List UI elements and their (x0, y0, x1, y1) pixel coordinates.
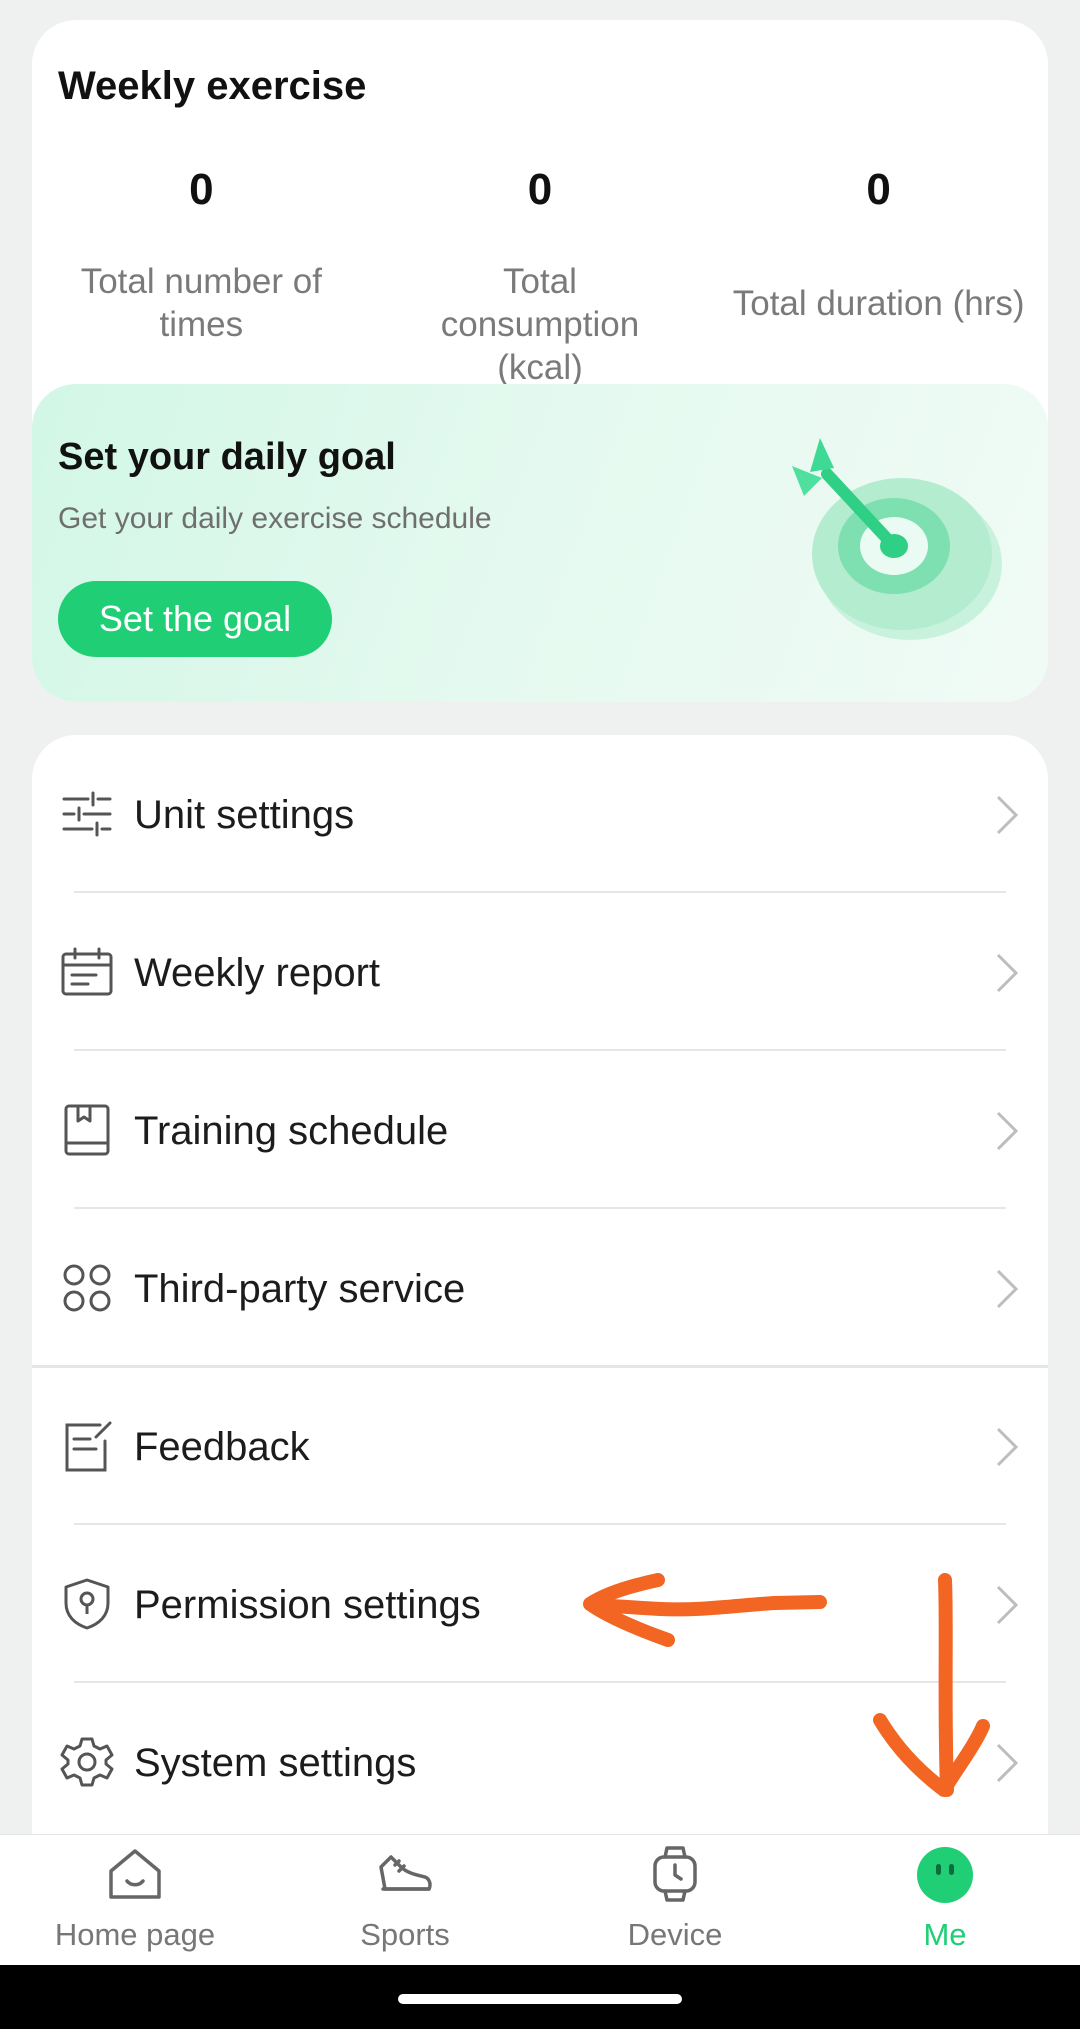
profile-face-icon (917, 1847, 973, 1903)
nav-sports[interactable]: Sports (270, 1835, 540, 1966)
bottom-nav: Home page Sports Device Me (0, 1834, 1080, 1965)
menu-item-system-settings[interactable]: System settings (32, 1683, 1048, 1835)
target-arrow-icon (792, 438, 1002, 640)
apps-grid-icon (63, 1264, 111, 1312)
goal-title: Set your daily goal (58, 436, 396, 478)
menu-item-training-schedule[interactable]: Training schedule (32, 1051, 1048, 1209)
goal-subtitle: Get your daily exercise schedule (58, 502, 492, 535)
menu-item-label: Third-party service (134, 1267, 466, 1311)
stat-label: Total duration (hrs) (732, 284, 1025, 323)
stat-value: 0 (527, 165, 553, 214)
chevron-right-icon (996, 1269, 1019, 1309)
daily-goal-banner: Set your daily goal Get your daily exerc… (32, 384, 1048, 702)
home-smile-icon (109, 1849, 161, 1899)
book-icon (64, 1104, 110, 1156)
nav-device[interactable]: Device (540, 1835, 810, 1966)
weekly-exercise-card: Weekly exercise 0 Total number of times … (32, 20, 1048, 702)
gear-icon (60, 1737, 114, 1787)
stat-total-duration: 0 Total duration (hrs) (709, 160, 1048, 389)
chevron-right-icon (996, 953, 1019, 993)
chevron-right-icon (996, 1427, 1019, 1467)
menu-item-unit-settings[interactable]: Unit settings (32, 735, 1048, 893)
chevron-right-icon (996, 1585, 1019, 1625)
settings-menu-card: Unit settings Weekly report Training sch… (32, 735, 1048, 1835)
sliders-icon (62, 791, 112, 837)
sneaker-icon (379, 1855, 432, 1891)
calendar-report-icon (61, 947, 113, 996)
nav-label: Home page (54, 1917, 216, 1952)
menu-item-label: Training schedule (134, 1109, 449, 1153)
stat-value: 0 (866, 165, 891, 214)
menu-item-label: System settings (134, 1741, 417, 1785)
stat-total-times: 0 Total number of times (32, 160, 371, 389)
watch-icon (653, 1846, 697, 1902)
chevron-right-icon (996, 795, 1019, 835)
menu-item-third-party-service[interactable]: Third-party service (32, 1209, 1048, 1367)
menu-item-label: Permission settings (134, 1583, 481, 1627)
stat-label: Total number of times (80, 262, 322, 344)
feedback-edit-icon (65, 1421, 112, 1472)
nav-label: Device (627, 1917, 723, 1952)
nav-label: Me (923, 1917, 967, 1952)
home-indicator[interactable] (398, 1994, 682, 2004)
weekly-exercise-title: Weekly exercise (58, 64, 367, 108)
stat-label: Total consumption (kcal) (440, 262, 640, 387)
menu-item-label: Unit settings (134, 793, 355, 837)
nav-home-page[interactable]: Home page (0, 1835, 270, 1966)
menu-item-weekly-report[interactable]: Weekly report (32, 893, 1048, 1051)
chevron-right-icon (996, 1111, 1019, 1151)
set-goal-button[interactable]: Set the goal (58, 581, 332, 657)
stat-total-consumption: 0 Total consumption (kcal) (371, 160, 710, 389)
stat-value: 0 (189, 165, 214, 214)
chevron-right-icon (996, 1743, 1019, 1783)
menu-item-label: Weekly report (134, 951, 381, 995)
menu-item-permission-settings[interactable]: Permission settings (32, 1525, 1048, 1683)
shield-lock-icon (64, 1578, 110, 1630)
menu-item-feedback[interactable]: Feedback (32, 1367, 1048, 1525)
nav-label: Sports (360, 1917, 450, 1952)
weekly-stats: 0 Total number of times 0 Total consumpt… (32, 160, 1048, 389)
nav-me[interactable]: Me (810, 1835, 1080, 1966)
menu-item-label: Feedback (134, 1425, 310, 1469)
